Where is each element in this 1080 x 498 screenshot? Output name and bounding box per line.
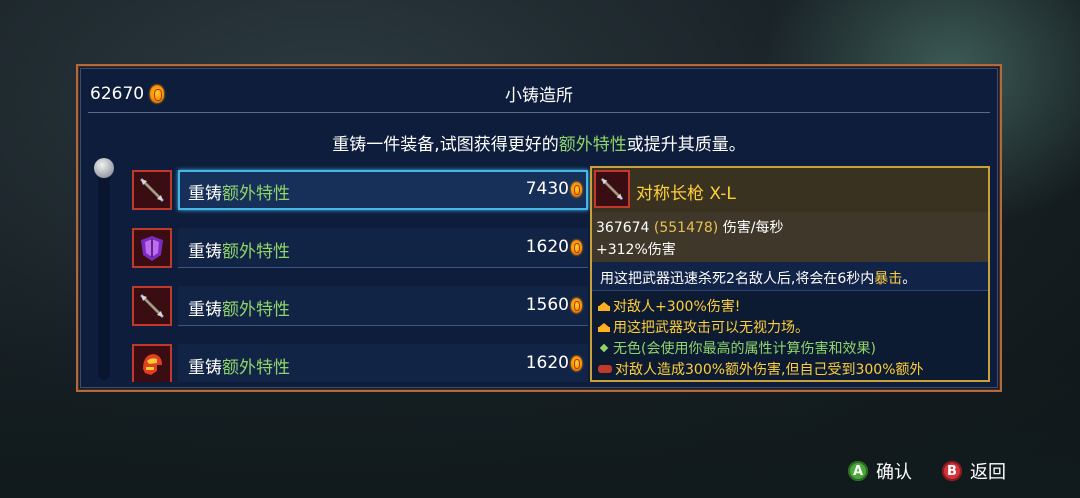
back-label: 返回 xyxy=(970,462,1006,483)
weapon-name: 对称长枪 X-L xyxy=(636,184,736,204)
item-tooltip: 对称长枪 X-L 367674 (551478) 伤害/每秒 +312%伤害 用… xyxy=(590,166,990,382)
affix-line: 对敌人+300%伤害! xyxy=(598,296,740,316)
tooltip-stats: 367674 (551478) 伤害/每秒 +312%伤害 xyxy=(592,212,988,262)
list-item[interactable]: 重铸额外特性 7430 xyxy=(130,166,590,216)
page-title: 小铸造所 xyxy=(505,86,573,106)
affix-text: 用这把武器攻击可以无视力场。 xyxy=(613,320,809,336)
dps-value: 367674 xyxy=(596,220,650,236)
dps-max-value: (551478) xyxy=(653,220,719,236)
label-highlight: 额外特性 xyxy=(222,242,290,262)
forge-panel: 62670 小铸造所 重铸一件装备,试图获得更好的额外特性或提升其质量。 重铸额… xyxy=(76,64,1002,392)
b-button-icon: B xyxy=(942,461,962,481)
affix-text: 对敌人+300%伤害! xyxy=(613,299,741,315)
description-highlight: 额外特性 xyxy=(558,135,627,155)
list-item-label: 重铸额外特性 xyxy=(188,179,290,204)
label-prefix: 重铸 xyxy=(188,242,222,262)
list-item-cost: 7430 xyxy=(526,179,582,199)
scrollbar-thumb[interactable] xyxy=(94,158,114,178)
label-highlight: 额外特性 xyxy=(222,358,290,378)
gold-coin-icon xyxy=(571,297,582,313)
a-button-icon: A xyxy=(848,461,868,481)
cost-value: 1560 xyxy=(525,295,569,315)
shield-icon xyxy=(132,228,172,268)
affix-line: 对敌人造成300%额外伤害,但自己受到300%额外 xyxy=(598,359,924,379)
label-prefix: 重铸 xyxy=(188,358,222,378)
effect-suffix: 。 xyxy=(902,271,917,287)
list-item[interactable]: 重铸额外特性 1620 xyxy=(130,224,590,274)
affix-line: 用这把武器攻击可以无视力场。 xyxy=(598,317,809,337)
curse-icon xyxy=(598,365,612,373)
description-prefix: 重铸一件装备,试图获得更好的 xyxy=(332,135,559,155)
gold-coin-icon xyxy=(571,355,582,371)
spear-icon xyxy=(594,170,630,208)
gold-coin-icon xyxy=(571,181,582,197)
list-item-cost: 1560 xyxy=(526,295,582,315)
label-prefix: 重铸 xyxy=(188,184,222,204)
crown-icon xyxy=(598,301,610,311)
spear-icon xyxy=(132,286,172,326)
label-highlight: 额外特性 xyxy=(222,184,290,204)
affix-line: 无色(会使用你最高的属性计算伤害和效果) xyxy=(598,338,876,358)
list-item-cost: 1620 xyxy=(526,353,582,373)
list-item-label: 重铸额外特性 xyxy=(188,353,290,378)
back-button[interactable]: B 返回 xyxy=(942,458,1006,484)
confirm-label: 确认 xyxy=(876,462,912,483)
helmet-icon xyxy=(132,344,172,382)
crown-icon xyxy=(598,322,610,332)
list-item-cost: 1620 xyxy=(526,237,582,257)
confirm-button[interactable]: A 确认 xyxy=(848,458,912,484)
scrollbar-track[interactable] xyxy=(98,160,110,380)
spear-icon xyxy=(132,170,172,210)
affix-text: 对敌人造成300%额外伤害,但自己受到300%额外 xyxy=(615,362,924,378)
footer-controls: A 确认 B 返回 xyxy=(848,458,1006,484)
gold-coin-icon xyxy=(571,239,582,255)
label-highlight: 额外特性 xyxy=(222,300,290,320)
list-item[interactable]: 重铸额外特性 1560 xyxy=(130,282,590,332)
dps-line: 367674 (551478) 伤害/每秒 xyxy=(596,217,783,237)
list-item[interactable]: 重铸额外特性 1620 xyxy=(130,340,590,382)
description: 重铸一件装备,试图获得更好的额外特性或提升其质量。 xyxy=(78,130,1000,155)
dps-unit: 伤害/每秒 xyxy=(722,220,784,236)
diamond-icon xyxy=(599,343,609,353)
cost-value: 1620 xyxy=(525,353,569,373)
tooltip-header: 对称长枪 X-L xyxy=(592,168,988,213)
reforge-list: 重铸额外特性 7430 重铸额外特性 1620 重铸额外特性 1560 重铸额外… xyxy=(130,166,590,382)
cost-value: 7430 xyxy=(525,179,569,199)
weapon-effect: 用这把武器迅速杀死2名敌人后,将会在6秒内暴击。 xyxy=(592,262,988,291)
effect-prefix: 用这把武器迅速杀死2名敌人后,将会在6秒内 xyxy=(600,271,875,287)
cost-value: 1620 xyxy=(525,237,569,257)
description-suffix: 或提升其质量。 xyxy=(626,135,746,155)
list-item-label: 重铸额外特性 xyxy=(188,295,290,320)
label-prefix: 重铸 xyxy=(188,300,222,320)
list-item-label: 重铸额外特性 xyxy=(188,237,290,262)
damage-bonus: +312%伤害 xyxy=(596,242,676,258)
title-divider xyxy=(88,112,990,113)
effect-highlight: 暴击 xyxy=(874,271,903,287)
affix-text: 无色(会使用你最高的属性计算伤害和效果) xyxy=(613,341,876,357)
